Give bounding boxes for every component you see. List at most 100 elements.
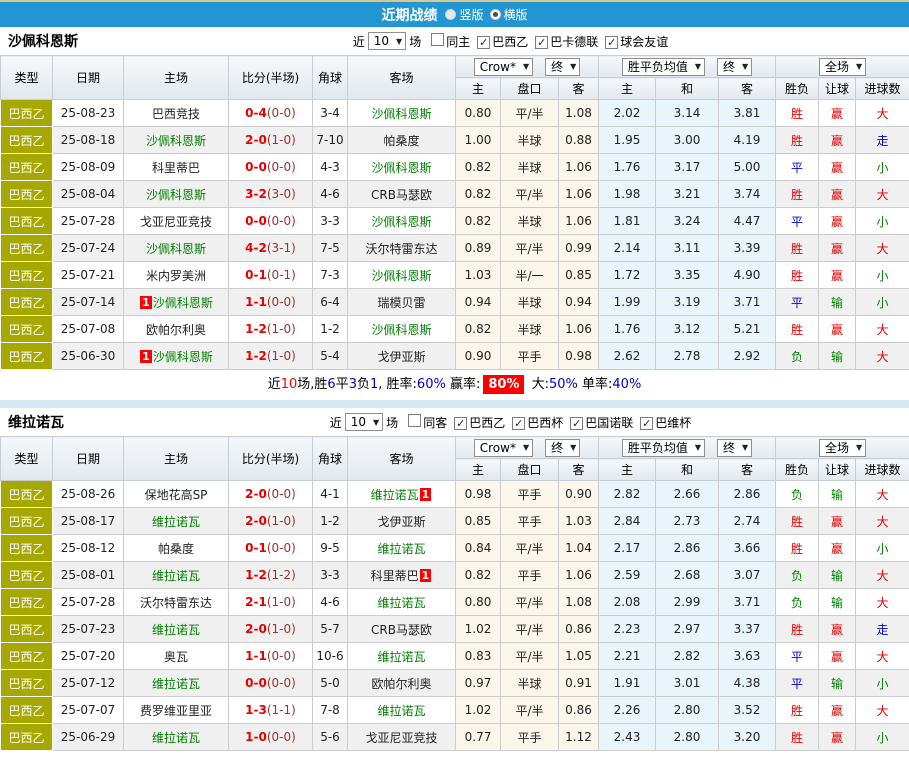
fullmatch-select[interactable]: 全场▼ [819, 439, 866, 457]
handicap-result-cell: 赢 [819, 181, 856, 208]
avg-draw-cell: 3.11 [656, 235, 719, 262]
fulltime-score: 0-4 [245, 106, 267, 120]
checked-checkbox[interactable]: ✓ [570, 417, 583, 430]
filter-checkbox-label[interactable]: 巴国诺联 [585, 416, 633, 430]
radio-horizontal-layout[interactable] [490, 9, 501, 20]
handicap-result-cell: 输 [819, 343, 856, 370]
avg-away-cell: 4.90 [719, 262, 776, 289]
section-divider [0, 400, 909, 408]
avg-final-select[interactable]: 终▼ [717, 439, 752, 457]
col-avg-draw: 和 [656, 78, 719, 100]
odds-handicap-cell: 半球 [501, 316, 559, 343]
away-team-name: 沙佩科恩斯 [371, 107, 431, 121]
radio-vertical-layout[interactable] [445, 9, 456, 20]
filter-checkbox-label[interactable]: 球会友谊 [620, 35, 668, 49]
odds-final-select[interactable]: 终▼ [545, 439, 580, 457]
handicap-result-cell: 赢 [819, 154, 856, 181]
page-title: 近期战绩 [381, 5, 437, 25]
radio-vertical-label[interactable]: 竖版 [459, 6, 483, 23]
score-cell: 0-1(0-1) [229, 262, 313, 289]
checked-checkbox[interactable]: ✓ [535, 36, 548, 49]
chevron-down-icon: ▼ [396, 37, 402, 46]
avg-final-select[interactable]: 终▼ [717, 58, 752, 76]
avg-home-cell: 1.95 [599, 127, 656, 154]
col-date: 日期 [53, 56, 124, 100]
date-cell: 25-08-18 [53, 127, 124, 154]
odds-handicap-cell: 平/半 [501, 235, 559, 262]
avg-home-cell: 1.98 [599, 181, 656, 208]
games-count-select[interactable]: 10▼ [345, 413, 383, 431]
date-cell: 25-08-04 [53, 181, 124, 208]
avg-draw-cell: 2.97 [656, 616, 719, 643]
date-cell: 25-07-07 [53, 697, 124, 724]
goals-result-cell: 大 [856, 562, 909, 589]
table-row: 巴西乙25-08-23巴西竞技0-4(0-0)3-4沙佩科恩斯0.80平/半1.… [1, 100, 909, 127]
checked-checkbox[interactable]: ✓ [477, 36, 490, 49]
filter-checkbox-label[interactable]: 巴西乙 [469, 416, 505, 430]
halftime-score: (0-0) [267, 487, 296, 501]
avg-draw-cell: 2.80 [656, 724, 719, 751]
fulltime-score: 0-1 [245, 541, 267, 555]
away-team-name: 沙佩科恩斯 [371, 215, 431, 229]
away-team-name: 沃尔特雷东达 [365, 242, 437, 256]
fulltime-score: 0-0 [245, 214, 267, 228]
avg-draw-cell: 3.00 [656, 127, 719, 154]
games-count-select[interactable]: 10 ▼ [368, 32, 406, 50]
odds-company-select[interactable]: Crow*▼ [474, 58, 533, 76]
home-team-cell: 1沙佩科恩斯 [124, 343, 229, 370]
col-handicap-result: 让球 [819, 459, 856, 481]
unchecked-checkbox[interactable] [431, 33, 444, 46]
odds-handicap-cell: 半球 [501, 670, 559, 697]
table-row: 巴西乙25-08-04沙佩科恩斯3-2(3-0)4-6CRB马瑟欧0.82平/半… [1, 181, 909, 208]
checked-checkbox[interactable]: ✓ [454, 417, 467, 430]
avg-home-cell: 1.91 [599, 670, 656, 697]
goals-result-cell: 小 [856, 535, 909, 562]
table-row: 巴西乙25-06-29维拉诺瓦1-0(0-0)5-6戈亚尼亚竞技0.77平手1.… [1, 724, 909, 751]
radio-horizontal-label[interactable]: 横版 [504, 6, 528, 23]
away-team-name: 戈伊亚斯 [377, 515, 425, 529]
corner-cell: 10-6 [313, 643, 348, 670]
filter-checkbox-label[interactable]: 巴西杯 [527, 416, 563, 430]
checked-checkbox[interactable]: ✓ [605, 36, 618, 49]
fulltime-score: 1-1 [245, 649, 267, 663]
games-count-value: 10 [374, 34, 389, 48]
filter-checkbox-label[interactable]: 巴西乙 [492, 35, 528, 49]
table-row: 巴西乙25-08-17维拉诺瓦2-0(1-0)1-2戈伊亚斯0.85平手1.03… [1, 508, 909, 535]
odds-handicap-cell: 平手 [501, 481, 559, 508]
checked-checkbox[interactable]: ✓ [512, 417, 525, 430]
avg-odds-select[interactable]: 胜平负均值▼ [622, 439, 705, 457]
home-team-name: 科里蒂巴 [152, 161, 200, 175]
goals-result-cell: 大 [856, 343, 909, 370]
avg-odds-select[interactable]: 胜平负均值▼ [622, 58, 705, 76]
odds-company-select[interactable]: Crow*▼ [474, 439, 533, 457]
odds-away-cell: 1.06 [559, 181, 599, 208]
odds-away-cell: 1.05 [559, 643, 599, 670]
corner-cell: 1-2 [313, 508, 348, 535]
filter-checkbox-label[interactable]: 巴维杯 [655, 416, 691, 430]
col-type: 类型 [1, 56, 53, 100]
date-cell: 25-08-12 [53, 535, 124, 562]
result-cell: 胜 [776, 262, 819, 289]
odds-final-select[interactable]: 终▼ [545, 58, 580, 76]
unchecked-checkbox[interactable] [408, 414, 421, 427]
handicap-result-cell: 赢 [819, 235, 856, 262]
fullmatch-select[interactable]: 全场▼ [819, 58, 866, 76]
result-cell: 平 [776, 670, 819, 697]
fulltime-score: 1-2 [245, 322, 267, 336]
odds-away-cell: 1.08 [559, 589, 599, 616]
filter-checkbox-label[interactable]: 同客 [423, 416, 447, 430]
corner-cell: 4-6 [313, 589, 348, 616]
odds-home-cell: 0.77 [456, 724, 501, 751]
date-cell: 25-06-29 [53, 724, 124, 751]
chevron-down-icon: ▼ [570, 62, 576, 71]
away-team-name: 帕桑度 [383, 134, 419, 148]
filter-checkbox-label[interactable]: 同主 [446, 35, 470, 49]
avg-draw-cell: 3.17 [656, 154, 719, 181]
odds-handicap-cell: 平手 [501, 508, 559, 535]
checked-checkbox[interactable]: ✓ [640, 417, 653, 430]
chevron-down-icon: ▼ [856, 62, 862, 71]
away-team-cell: 维拉诺瓦1 [348, 481, 456, 508]
filter-checkbox-label[interactable]: 巴卡德联 [550, 35, 598, 49]
handicap-result-cell: 输 [819, 481, 856, 508]
avg-draw-cell: 3.21 [656, 181, 719, 208]
